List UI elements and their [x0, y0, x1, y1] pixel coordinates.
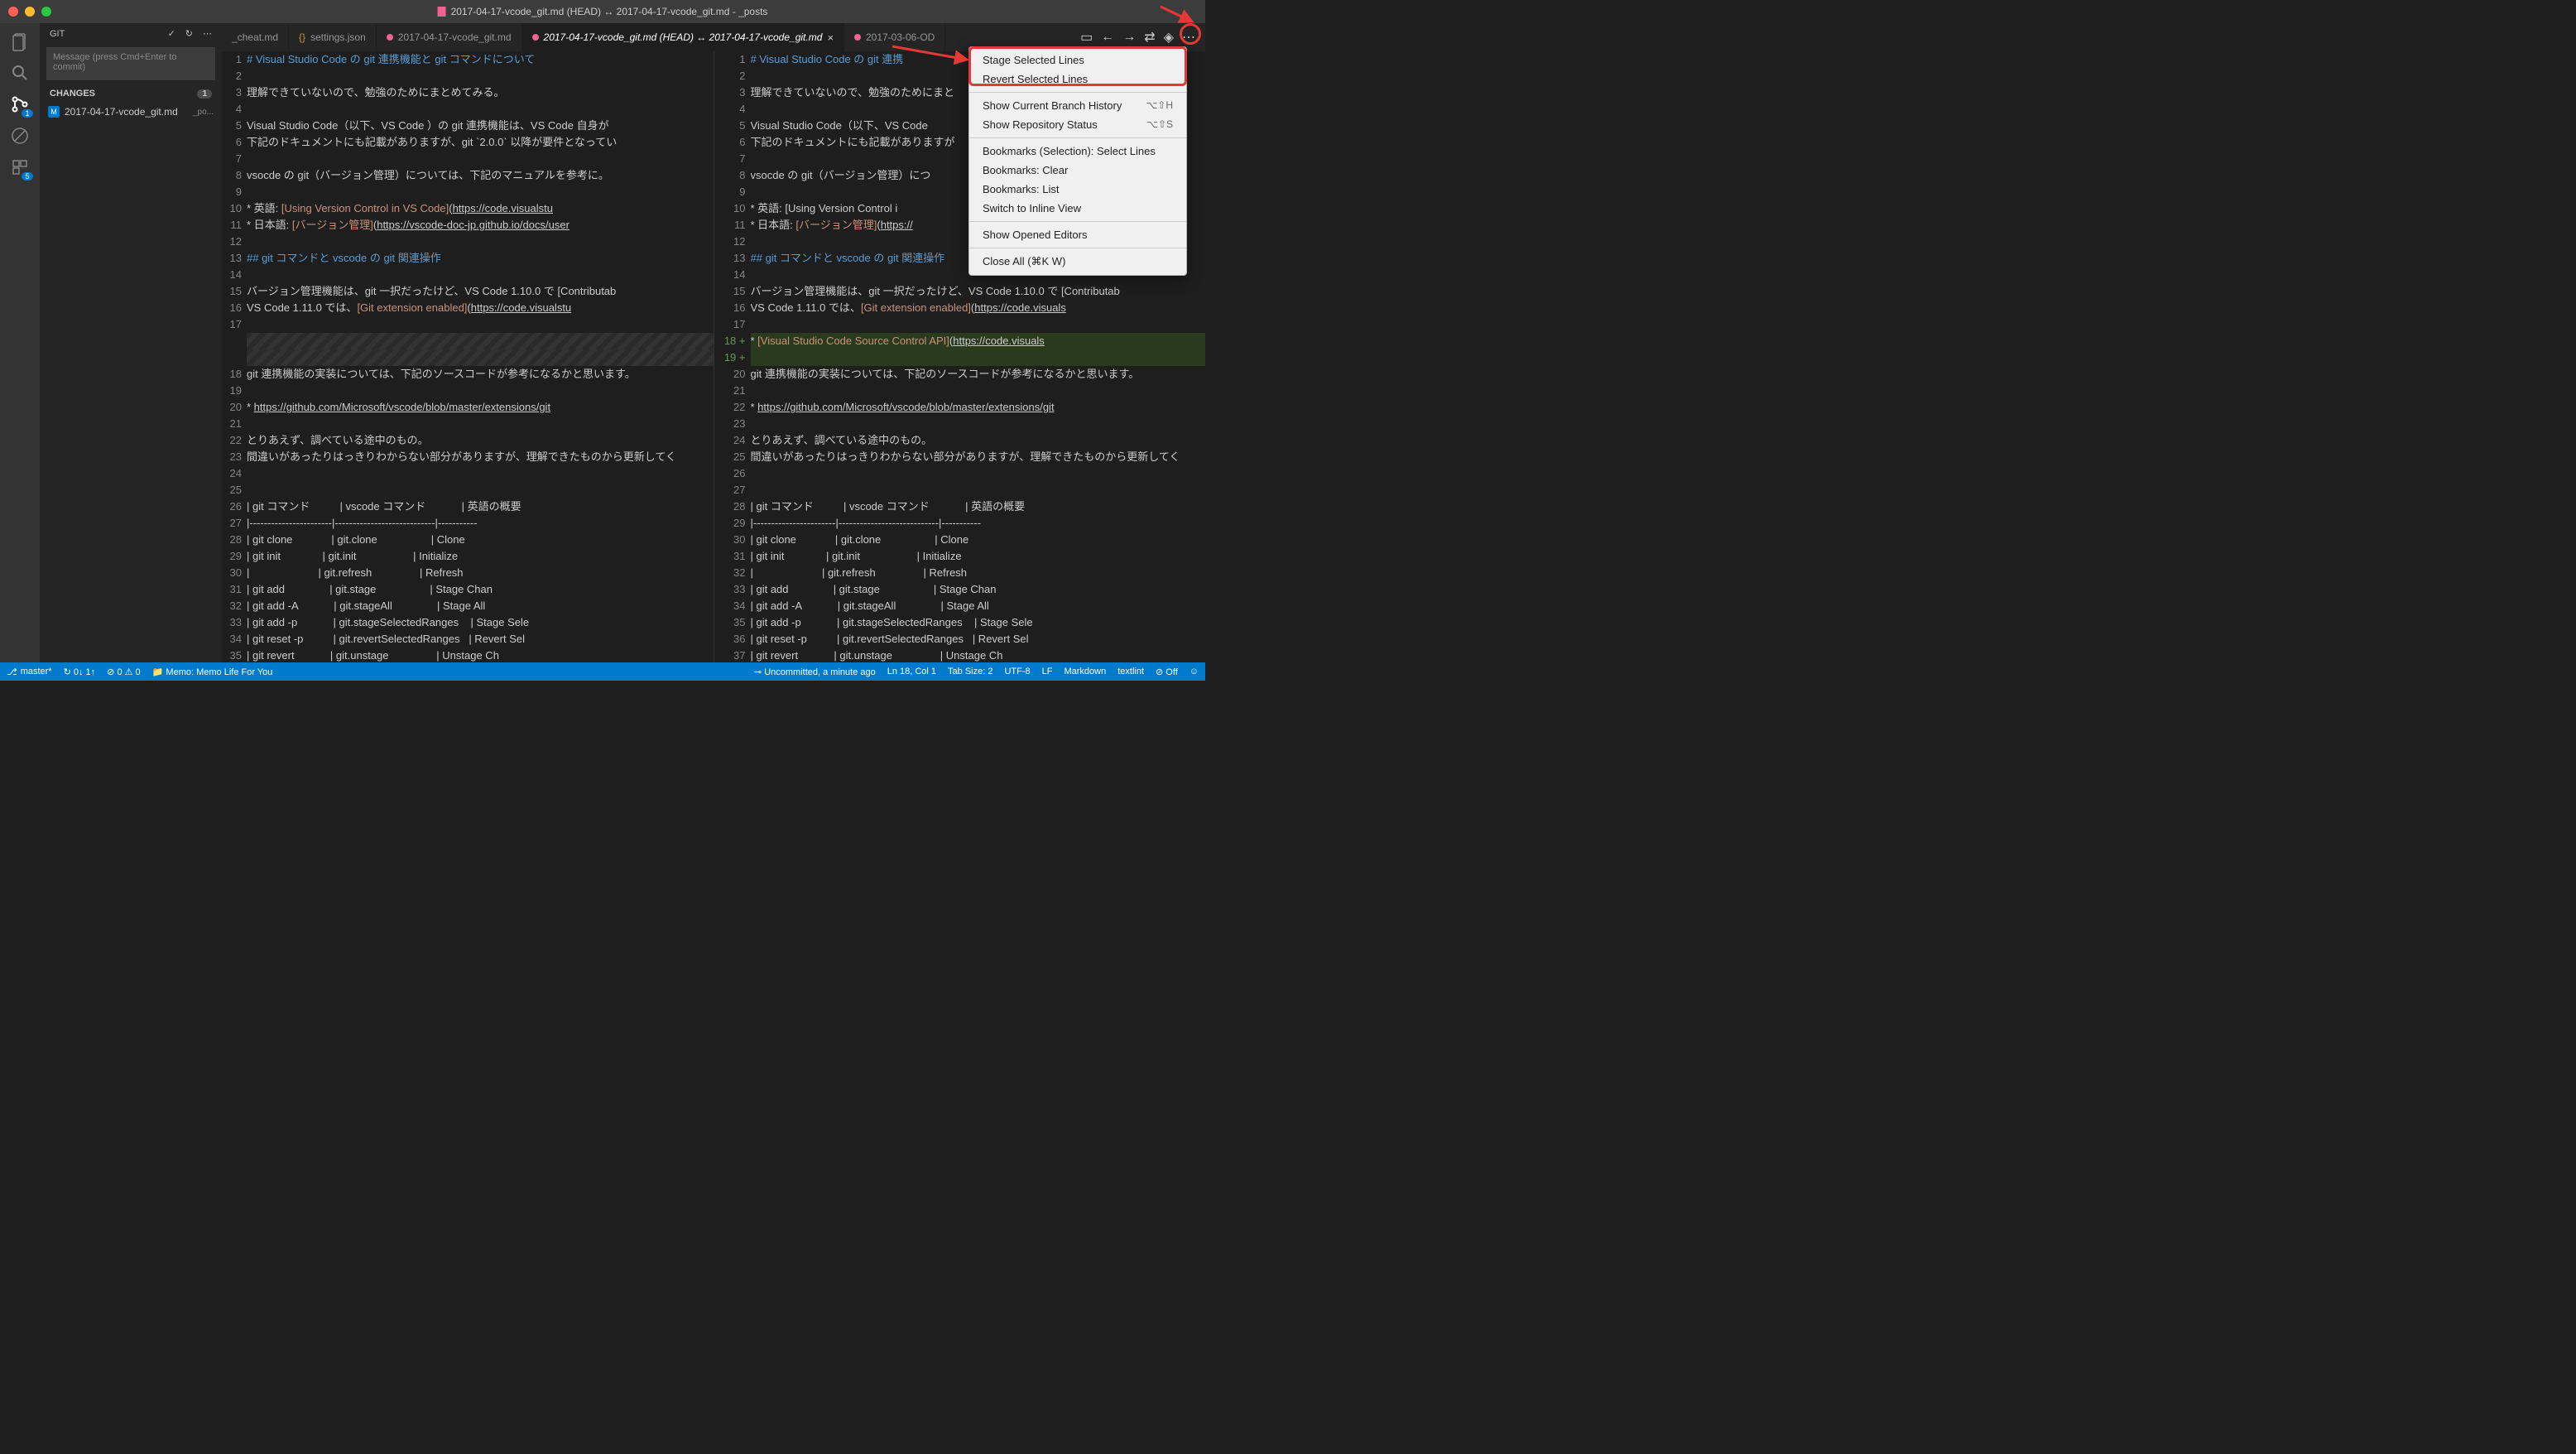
title-bar: 2017-04-17-vcode_git.md (HEAD) ↔ 2017-04… [0, 0, 1205, 23]
markdown-icon [387, 34, 393, 41]
editor-more-icon[interactable]: ⋯ [1182, 29, 1195, 46]
ctx-bookmark-list[interactable]: Bookmarks: List [969, 180, 1186, 199]
close-window-button[interactable] [8, 7, 18, 17]
status-cursor[interactable]: Ln 18, Col 1 [887, 667, 936, 677]
status-memo[interactable]: 📁 Memo: Memo Life For You [152, 667, 273, 677]
json-icon: {} [299, 31, 305, 43]
file-explorer-icon[interactable] [8, 30, 31, 53]
status-tabsize[interactable]: Tab Size: 2 [948, 667, 992, 677]
compare-icon[interactable]: ▭ [1080, 29, 1093, 46]
status-encoding[interactable]: UTF-8 [1004, 667, 1030, 677]
activity-bar: 1 5 [0, 23, 40, 662]
changed-file-row[interactable]: M 2017-04-17-vcode_git.md _po... [40, 104, 222, 120]
refresh-icon[interactable]: ↻ [185, 28, 193, 39]
ctx-opened-editors[interactable]: Show Opened Editors [969, 225, 1186, 244]
ctx-inline-view[interactable]: Switch to Inline View [969, 199, 1186, 218]
modified-badge: M [48, 106, 60, 118]
changes-heading: CHANGES [50, 89, 95, 99]
whitespace-icon[interactable]: ◈ [1164, 29, 1174, 46]
open-changes-icon[interactable]: ⇄ [1144, 29, 1155, 46]
window-title: 2017-04-17-vcode_git.md (HEAD) ↔ 2017-04… [438, 6, 768, 17]
ctx-bookmark-clear[interactable]: Bookmarks: Clear [969, 161, 1186, 180]
close-tab-icon[interactable]: × [827, 31, 834, 44]
editor-context-menu: Stage Selected Lines Revert Selected Lin… [968, 46, 1187, 276]
git-sidebar: GIT ✓ ↻ ⋯ Message (press Cmd+Enter to co… [40, 23, 222, 662]
ctx-branch-history[interactable]: Show Current Branch History⌥⇧H [969, 96, 1186, 115]
status-feedback-icon[interactable]: ☺ [1189, 667, 1199, 677]
minimize-window-button[interactable] [25, 7, 35, 17]
ctx-repo-status[interactable]: Show Repository Status⌥⇧S [969, 115, 1186, 134]
status-problems[interactable]: ⊘ 0 ⚠ 0 [107, 667, 140, 677]
window-controls [8, 7, 51, 17]
nav-back-icon[interactable]: ← [1101, 30, 1114, 45]
tab-diff-active[interactable]: 2017-04-17-vcode_git.md (HEAD) ↔ 2017-04… [522, 23, 844, 51]
diff-left-pane[interactable]: 1234567891011121314151617181920212223242… [222, 51, 714, 662]
source-control-icon[interactable]: 1 [8, 93, 31, 116]
status-commit[interactable]: ⊸ Uncommitted, a minute ago [754, 667, 876, 677]
tab-settings[interactable]: {}settings.json [289, 23, 377, 51]
ctx-bookmark-select[interactable]: Bookmarks (Selection): Select Lines [969, 142, 1186, 161]
extensions-icon[interactable]: 5 [8, 156, 31, 179]
status-branch[interactable]: ⎇ master* [7, 667, 52, 677]
status-eol[interactable]: LF [1042, 667, 1053, 677]
search-icon[interactable] [8, 61, 31, 84]
changed-file-name: 2017-04-17-vcode_git.md [65, 106, 178, 118]
scm-badge: 1 [22, 109, 33, 118]
sidebar-title: GIT [50, 29, 65, 39]
commit-message-input[interactable]: Message (press Cmd+Enter to commit) [46, 47, 215, 80]
ctx-close-all[interactable]: Close All (⌘K W) [969, 252, 1186, 272]
changes-count: 1 [197, 89, 212, 99]
tab-cheat[interactable]: _cheat.md [222, 23, 289, 51]
ctx-stage-selected[interactable]: Stage Selected Lines [969, 51, 1186, 70]
maximize-window-button[interactable] [41, 7, 51, 17]
nav-fwd-icon[interactable]: → [1122, 30, 1136, 45]
tab-od[interactable]: 2017-03-06-OD [844, 23, 945, 51]
more-icon[interactable]: ⋯ [203, 28, 212, 39]
ext-badge: 5 [22, 172, 33, 181]
commit-check-icon[interactable]: ✓ [168, 28, 175, 39]
ctx-revert-selected[interactable]: Revert Selected Lines [969, 70, 1186, 89]
status-language[interactable]: Markdown [1064, 667, 1106, 677]
no-bug-icon[interactable] [8, 124, 31, 147]
status-bar: ⎇ master* ↻ 0↓ 1↑ ⊘ 0 ⚠ 0 📁 Memo: Memo L… [0, 662, 1205, 681]
status-textlint[interactable]: textlint [1117, 667, 1144, 677]
status-sync[interactable]: ↻ 0↓ 1↑ [64, 667, 96, 677]
status-off[interactable]: ⊘ Off [1156, 667, 1178, 677]
markdown-icon [854, 34, 861, 41]
changed-file-dir: _po... [193, 108, 214, 117]
tab-vcode-git[interactable]: 2017-04-17-vcode_git.md [377, 23, 522, 51]
markdown-icon [532, 34, 539, 41]
